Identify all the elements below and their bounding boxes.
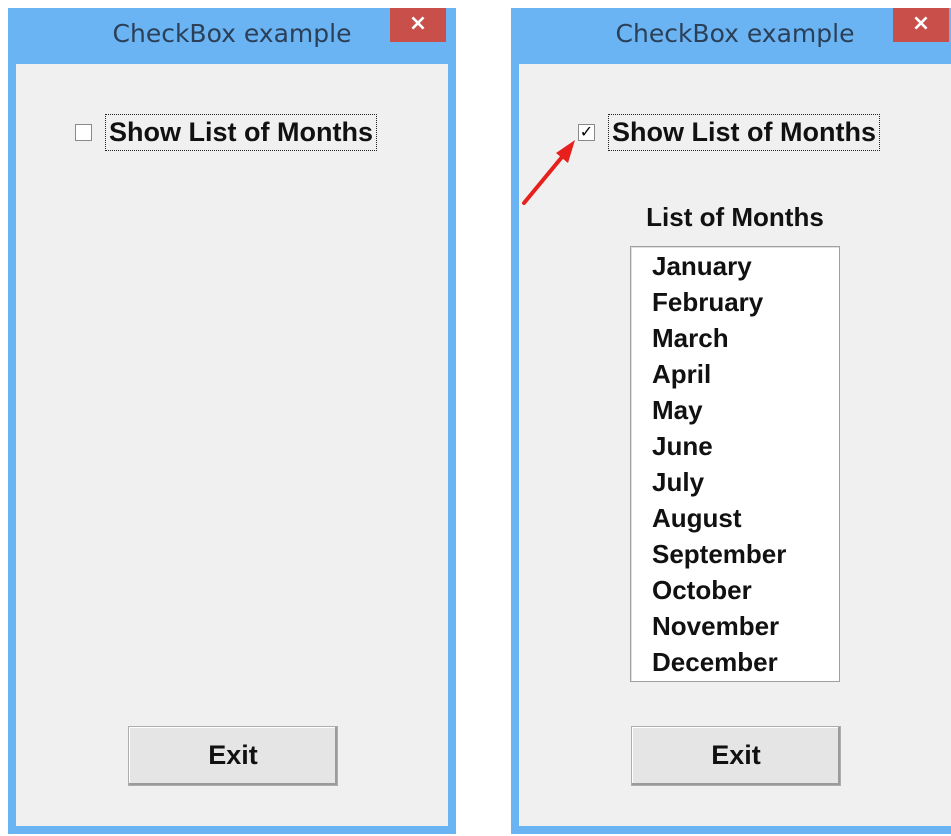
annotation-arrow-icon	[522, 140, 575, 205]
